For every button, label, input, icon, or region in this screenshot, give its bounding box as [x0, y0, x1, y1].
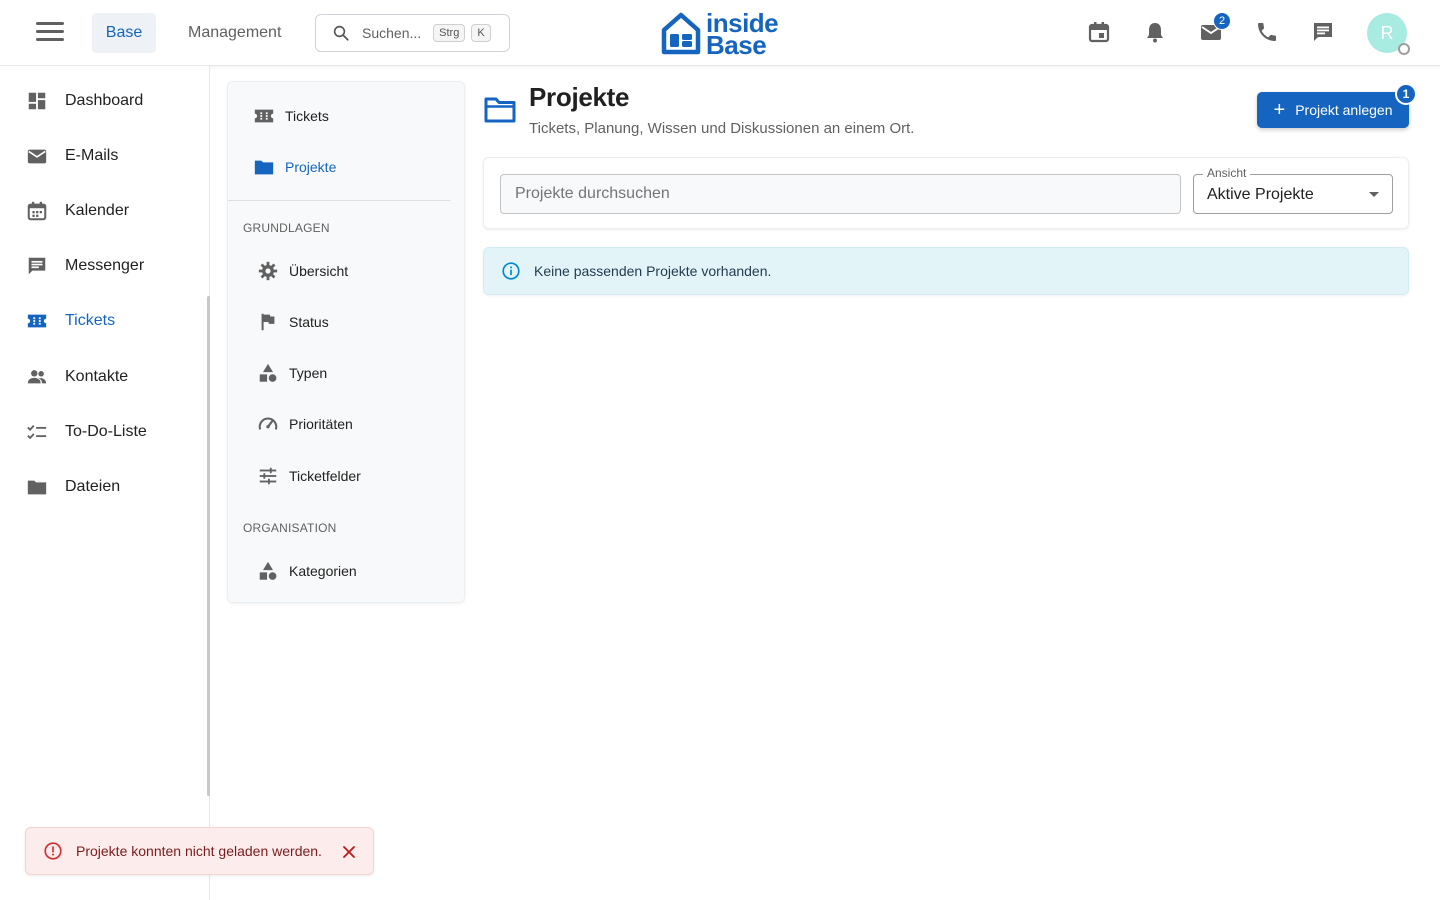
caret-down-icon: [1369, 192, 1379, 197]
subnav-item-label: Ticketfelder: [289, 468, 361, 484]
sidebar-scrollbar[interactable]: [207, 296, 210, 796]
avatar[interactable]: R: [1367, 13, 1410, 55]
subnav-item-status[interactable]: Status: [228, 302, 464, 342]
subnav-item-label: Prioritäten: [289, 416, 353, 432]
subnav-item-label: Übersicht: [289, 263, 349, 279]
sidebar-item-label: Kontakte: [65, 368, 129, 385]
section-title-organisation: ORGANISATION: [243, 521, 337, 535]
tickets-subnav: Tickets Projekte GRUNDLAGEN Übersicht St…: [227, 81, 465, 603]
flag-icon: [257, 311, 279, 333]
checklist-icon: [26, 421, 48, 443]
shortcut-key-ctrl: Strg: [433, 24, 466, 42]
dashboard-icon: [26, 90, 48, 112]
calendar-icon: [26, 200, 48, 222]
sidebar-item-label: Dashboard: [65, 92, 144, 109]
search-placeholder: Suchen...: [362, 25, 422, 41]
section-title-grundlagen: GRUNDLAGEN: [243, 221, 330, 235]
sidebar-item-dashboard[interactable]: Dashboard: [0, 81, 205, 121]
view-select-label: Ansicht: [1203, 166, 1251, 180]
shapes-icon: [257, 362, 279, 384]
sidebar-item-tickets[interactable]: Tickets: [0, 301, 205, 341]
subnav-item-uebersicht[interactable]: Übersicht: [228, 251, 464, 291]
chat-icon[interactable]: [1311, 20, 1335, 44]
logo-text-base: Base: [706, 30, 767, 60]
create-project-label: Projekt anlegen: [1295, 102, 1393, 118]
subnav-item-tickets[interactable]: Tickets: [228, 96, 464, 136]
subnav-divider: [228, 200, 450, 201]
subnav-item-prioritaeten[interactable]: Prioritäten: [228, 404, 464, 444]
sidebar-item-label: E-Mails: [65, 147, 119, 164]
tab-management[interactable]: Management: [188, 13, 281, 53]
create-button-badge: 1: [1395, 83, 1417, 105]
people-icon: [26, 366, 48, 388]
folder-icon: [253, 156, 275, 178]
subnav-item-projekte[interactable]: Projekte: [228, 147, 464, 187]
mail-count-badge: 2: [1213, 12, 1231, 30]
mail-icon: [26, 145, 48, 167]
subnav-item-kategorien[interactable]: Kategorien: [228, 551, 464, 591]
search-icon: [333, 25, 349, 41]
sidebar: Dashboard E-Mails Kalender Messenger Tic…: [0, 66, 210, 900]
shortcut-key-k: K: [471, 24, 491, 42]
house-logo-icon: [661, 12, 701, 55]
subnav-item-label: Typen: [289, 365, 328, 381]
avatar-initial: R: [1380, 22, 1394, 43]
tab-base[interactable]: Base: [92, 13, 156, 53]
global-search[interactable]: Suchen... Strg K: [315, 14, 510, 52]
bell-icon[interactable]: [1143, 20, 1167, 44]
create-project-button[interactable]: + Projekt anlegen: [1257, 92, 1409, 128]
sidebar-item-messenger[interactable]: Messenger: [0, 246, 205, 286]
phone-icon[interactable]: [1255, 20, 1279, 44]
sidebar-item-label: To-Do-Liste: [65, 423, 147, 440]
sliders-icon: [257, 465, 279, 487]
error-toast: Projekte konnten nicht geladen werden.: [25, 827, 374, 875]
sidebar-item-dateien[interactable]: Dateien: [0, 467, 205, 507]
sidebar-item-emails[interactable]: E-Mails: [0, 136, 205, 176]
project-search-input[interactable]: Projekte durchsuchen: [500, 174, 1181, 214]
speedometer-icon: [257, 413, 279, 435]
subnav-item-label: Kategorien: [289, 563, 357, 579]
menu-icon[interactable]: [36, 22, 64, 44]
plus-icon: +: [1273, 99, 1286, 121]
ticket-icon: [26, 310, 48, 332]
subnav-item-ticketfelder[interactable]: Ticketfelder: [228, 456, 464, 496]
view-select-value: Aktive Projekte: [1207, 186, 1314, 203]
sidebar-item-kalender[interactable]: Kalender: [0, 191, 205, 231]
error-icon: [44, 842, 62, 860]
sidebar-item-label: Kalender: [65, 202, 130, 219]
sidebar-item-label: Messenger: [65, 257, 145, 274]
shapes-icon: [257, 560, 279, 582]
ticket-icon: [253, 105, 275, 127]
chat-icon: [26, 255, 48, 277]
subnav-item-label: Projekte: [285, 159, 337, 175]
logo[interactable]: inside Base: [660, 8, 784, 60]
info-icon: [502, 262, 520, 280]
sidebar-item-todo[interactable]: To-Do-Liste: [0, 412, 205, 452]
sidebar-item-label: Dateien: [65, 478, 121, 495]
page-subtitle: Tickets, Planung, Wissen und Diskussione…: [529, 120, 915, 137]
page-title: Projekte: [529, 82, 630, 112]
status-dot: [1398, 43, 1410, 55]
subnav-item-label: Tickets: [285, 108, 329, 124]
close-icon[interactable]: [339, 842, 359, 862]
calendar-icon[interactable]: [1087, 20, 1111, 44]
folder-outline-icon: [484, 97, 516, 123]
info-alert: Keine passenden Projekte vorhanden.: [483, 247, 1409, 295]
project-search-placeholder: Projekte durchsuchen: [515, 185, 670, 202]
filter-card: Projekte durchsuchen Ansicht Aktive Proj…: [483, 157, 1409, 229]
sidebar-item-kontakte[interactable]: Kontakte: [0, 357, 205, 397]
gear-icon: [257, 260, 279, 282]
subnav-item-typen[interactable]: Typen: [228, 353, 464, 393]
top-bar: Base Management Suchen... Strg K inside …: [0, 0, 1440, 66]
info-message: Keine passenden Projekte vorhanden.: [534, 263, 772, 279]
subnav-item-label: Status: [289, 314, 329, 330]
sidebar-item-label: Tickets: [65, 312, 116, 329]
view-select[interactable]: Ansicht Aktive Projekte: [1193, 166, 1393, 214]
folder-icon: [26, 476, 48, 498]
error-message: Projekte konnten nicht geladen werden.: [76, 843, 322, 859]
